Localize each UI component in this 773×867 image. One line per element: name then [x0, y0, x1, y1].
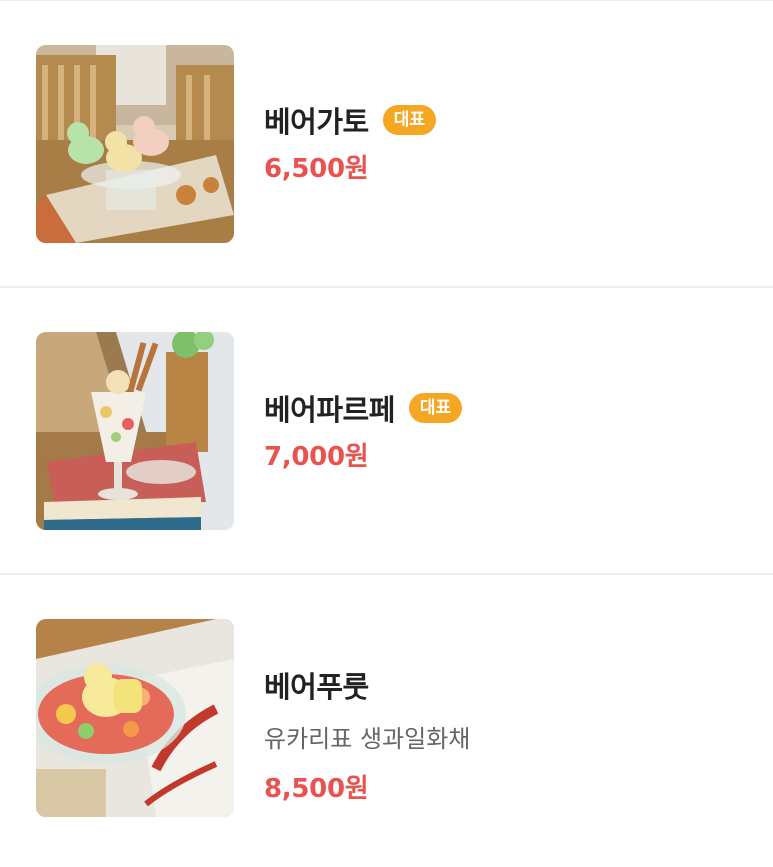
menu-item-info: 베어파르페 대표 7,000원 [264, 388, 463, 473]
menu-item-photo[interactable] [36, 332, 234, 530]
menu-item-photo[interactable] [36, 45, 234, 243]
menu-item-name-row: 베어가토 대표 [264, 100, 437, 140]
menu-item-info: 베어푸룻 유카리표 생과일화채 8,500원 [264, 665, 470, 805]
menu-item-name: 베어푸룻 [264, 670, 369, 704]
menu-item-bear-parfait[interactable]: 베어파르페 대표 7,000원 [0, 288, 773, 575]
signature-badge: 대표 [382, 105, 437, 135]
menu-item-info: 베어가토 대표 6,500원 [264, 100, 437, 185]
menu-item-description: 유카리표 생과일화채 [264, 725, 471, 753]
menu-item-price: 6,500원 [264, 154, 369, 184]
menu-item-photo[interactable] [36, 619, 234, 817]
menu-item-name: 베어가토 [264, 105, 369, 139]
menu-item-price: 7,000원 [264, 442, 369, 472]
signature-badge: 대표 [408, 393, 463, 423]
menu-list: 베어가토 대표 6,500원 베어파르페 대표 7,000원 베어푸룻 유카리표… [0, 1, 773, 862]
menu-item-price: 8,500원 [264, 774, 369, 804]
menu-item-name: 베어파르페 [264, 393, 395, 427]
menu-item-bear-gateau[interactable]: 베어가토 대표 6,500원 [0, 1, 773, 288]
menu-item-name-row: 베어파르페 대표 [264, 388, 463, 428]
menu-item-bear-fruit[interactable]: 베어푸룻 유카리표 생과일화채 8,500원 [0, 575, 773, 862]
menu-item-name-row: 베어푸룻 [264, 665, 470, 705]
